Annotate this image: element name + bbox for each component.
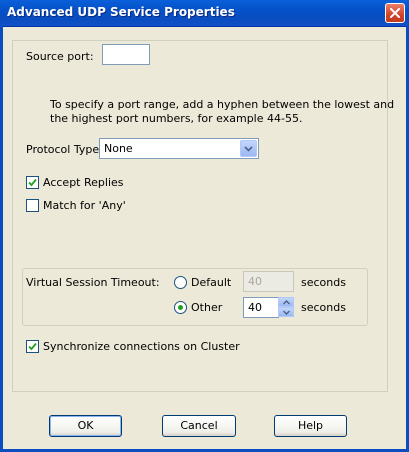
timeout-spinner[interactable]	[278, 297, 294, 317]
other-radio[interactable]	[174, 301, 187, 314]
spin-up-button[interactable]	[278, 297, 294, 307]
sync-cluster-label[interactable]: Synchronize connections on Cluster	[43, 340, 240, 353]
timeout-label: Virtual Session Timeout:	[26, 276, 160, 289]
ok-button[interactable]: OK	[49, 415, 122, 437]
window-title: Advanced UDP Service Properties	[7, 5, 235, 19]
default-radio[interactable]	[174, 276, 187, 289]
port-range-hint-line1: To specify a port range, add a hyphen be…	[50, 98, 395, 111]
spin-down-button[interactable]	[278, 307, 294, 317]
help-button[interactable]: Help	[274, 415, 347, 437]
match-any-label[interactable]: Match for 'Any'	[43, 199, 126, 212]
default-seconds-label: seconds	[301, 276, 346, 289]
protocol-type-label: Protocol Type:	[26, 143, 103, 156]
other-seconds-label: seconds	[301, 301, 346, 314]
source-port-label: Source port:	[26, 50, 94, 63]
other-timeout-input[interactable]	[243, 297, 279, 318]
spin-up-icon	[283, 300, 290, 305]
chevron-down-icon	[244, 146, 253, 152]
source-port-input[interactable]	[102, 44, 150, 65]
default-radio-label[interactable]: Default	[191, 276, 231, 289]
check-icon	[28, 178, 37, 187]
protocol-type-value: None	[104, 142, 133, 155]
accept-replies-checkbox[interactable]	[26, 176, 39, 189]
sync-cluster-checkbox[interactable]	[26, 340, 39, 353]
close-icon	[390, 8, 400, 18]
other-radio-label[interactable]: Other	[191, 301, 222, 314]
title-bar[interactable]: Advanced UDP Service Properties	[0, 0, 409, 27]
cancel-button[interactable]: Cancel	[162, 415, 236, 437]
spin-down-icon	[283, 310, 290, 315]
radio-selected-dot	[178, 305, 183, 310]
dropdown-button[interactable]	[240, 140, 257, 157]
protocol-type-select[interactable]: None	[99, 138, 259, 159]
default-timeout-input	[243, 271, 294, 292]
dialog-window: Advanced UDP Service Properties Source p…	[0, 0, 409, 452]
match-any-checkbox[interactable]	[26, 199, 39, 212]
accept-replies-label[interactable]: Accept Replies	[43, 176, 124, 189]
check-icon	[28, 342, 37, 351]
port-range-hint-line2: the highest port numbers, for example 44…	[50, 112, 303, 125]
close-button[interactable]	[385, 3, 405, 23]
